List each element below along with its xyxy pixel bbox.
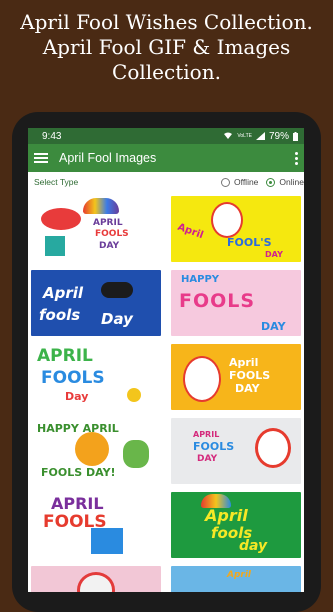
image-tile[interactable]: APRIL FOOLS DAY <box>31 196 161 262</box>
radio-offline[interactable]: Offline <box>221 177 258 187</box>
tile-text-2: fools <box>39 306 81 324</box>
promo-headline: April Fool Wishes Collection. April Fool… <box>0 10 333 85</box>
tile-text-3: Day <box>65 390 89 403</box>
radio-online[interactable]: Online <box>266 177 304 187</box>
image-tile[interactable]: APRIL FOOLS DAY <box>171 418 301 484</box>
tile-text-1: APRIL <box>51 494 104 513</box>
signal-icon <box>255 132 265 140</box>
clown-face-icon <box>211 202 243 238</box>
tile-text-2: FOOLS DAY! <box>41 466 116 479</box>
tile-text-1: April <box>229 356 259 369</box>
image-tile[interactable]: APRIL FOOLS <box>31 492 161 558</box>
radio-offline-label: Offline <box>234 177 259 187</box>
tile-text-3: day <box>239 538 268 554</box>
image-tile[interactable]: April fools day <box>171 492 301 558</box>
jester-hat-icon <box>83 198 119 214</box>
tile-text-1: April <box>175 221 205 242</box>
battery-percent: 79% <box>268 130 289 142</box>
tile-text-1: HAPPY <box>181 274 220 285</box>
select-type-bar: Select Type Offline Online <box>28 172 304 192</box>
clown-icon <box>255 428 291 468</box>
frog-icon <box>123 440 149 468</box>
tile-text-2: FOOLS <box>95 229 129 239</box>
image-tile[interactable]: April FOOL'S DAY <box>171 196 301 262</box>
status-time: 9:43 <box>42 130 62 142</box>
app-toolbar: April Fool Images <box>28 144 304 172</box>
teddy-bear-icon <box>77 572 115 592</box>
battery-icon <box>293 131 298 141</box>
tile-text-3: DAY <box>197 454 218 464</box>
radio-offline-circle <box>221 177 230 187</box>
tile-text-1: HAPPY APRIL <box>37 422 119 435</box>
image-tile[interactable]: April <box>171 566 301 592</box>
tile-text-3: DAY <box>265 250 283 259</box>
image-tile[interactable] <box>31 566 161 592</box>
laughing-emoji-icon <box>75 432 109 466</box>
tile-text-1: April <box>227 570 252 580</box>
type-radio-group: Offline Online <box>213 177 304 187</box>
tile-text-2: FOOLS <box>229 369 271 382</box>
tile-text-1: APRIL <box>193 430 220 439</box>
tile-text-1: April <box>205 506 248 525</box>
tile-text-2: FOOLS <box>179 290 256 312</box>
image-tile[interactable]: April fools Day <box>31 270 161 336</box>
image-grid: APRIL FOOLS DAY April FOOL'S DAY April f… <box>28 192 304 592</box>
headline-line-2: April Fool GIF & Images <box>42 35 291 59</box>
image-tile[interactable]: APRIL FOOLS Day <box>31 344 161 410</box>
tile-text-3: Day <box>101 310 133 328</box>
tile-text-1: April <box>43 284 84 302</box>
smiley-icon <box>127 388 141 402</box>
tile-text-2: FOOLS <box>43 512 107 532</box>
laughing-mouth-icon <box>41 208 81 230</box>
image-tile[interactable]: HAPPY FOOLS DAY <box>171 270 301 336</box>
radio-online-circle <box>266 177 276 187</box>
image-tile[interactable]: April FOOLS DAY <box>171 344 301 410</box>
tile-text-3: DAY <box>261 320 286 333</box>
toolbar-title: April Fool Images <box>59 151 157 165</box>
image-tile[interactable]: HAPPY APRIL FOOLS DAY! <box>31 418 161 484</box>
more-vert-icon[interactable] <box>294 151 298 165</box>
tile-text-3: DAY <box>99 241 120 251</box>
tile-text-3: DAY <box>235 382 260 395</box>
radio-online-label: Online <box>279 177 304 187</box>
tile-text-2: FOOLS <box>41 368 105 388</box>
wifi-icon <box>224 132 233 139</box>
tile-text-2: FOOL'S <box>227 236 272 249</box>
select-type-label: Select Type <box>34 177 79 187</box>
tile-text-1: APRIL <box>37 346 93 366</box>
headline-line-3: Collection. <box>112 60 221 84</box>
status-bar: 9:43 VoLTE 79% <box>28 128 304 144</box>
tile-text-2: FOOLS <box>193 440 235 453</box>
tile-text-1: APRIL <box>93 218 123 228</box>
gift-box-icon <box>45 236 65 256</box>
headline-line-1: April Fool Wishes Collection. <box>20 10 313 34</box>
app-screen: 9:43 VoLTE 79% April Fool Images Select … <box>28 128 304 592</box>
jester-face-icon <box>183 356 221 402</box>
glasses-nose-icon <box>101 282 133 298</box>
menu-icon[interactable] <box>34 153 48 163</box>
network-label: VoLTE <box>237 133 252 139</box>
